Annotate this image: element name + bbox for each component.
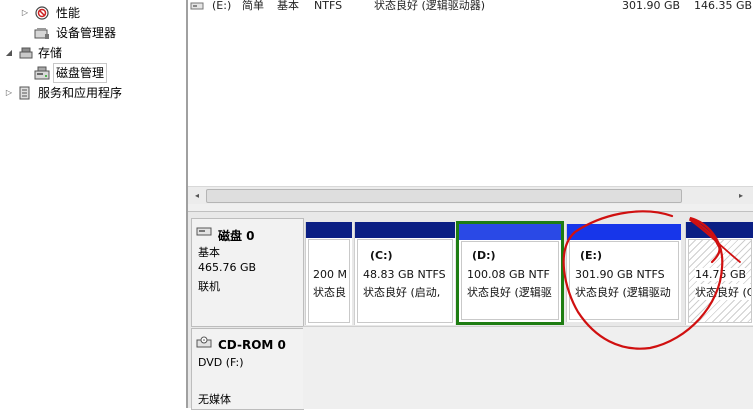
volume-body: (E:) 301.90 GB NTFS 状态良好 (逻辑驱动 (569, 241, 679, 320)
volume-status: 状态良 (313, 286, 346, 299)
tree-item-performance[interactable]: ▷ 性能 (0, 4, 180, 22)
cell-free-space: 146.35 GB (694, 0, 753, 12)
volume-body: (C:) 48.83 GB NTFS 状态良好 (启动, (357, 239, 453, 323)
volume-status: 状态良好 (启动, (363, 286, 441, 299)
performance-icon (34, 6, 50, 20)
pane-separator (188, 204, 753, 212)
tree-item-label: 磁盘管理 (52, 63, 108, 83)
collapse-arrow-icon[interactable]: ◢ (4, 44, 14, 62)
volume-d[interactable]: (D:) 100.08 GB NTF 状态良好 (逻辑驱 (456, 221, 564, 325)
cdrom-0-label[interactable]: CD-ROM 0 DVD (F:) 无媒体 (191, 328, 304, 410)
volume-bar (686, 222, 753, 238)
volume-status: 状态良好 (C (695, 284, 751, 300)
cdrom-icon (196, 335, 212, 352)
cell-filesystem: NTFS (314, 0, 343, 12)
cell-layout: 简单 (242, 0, 264, 12)
cell-status: 状态良好 (逻辑驱动器) (374, 0, 486, 12)
volume-body: 14.75 GB 状态良好 (C (688, 239, 752, 323)
tree-item-label: 服务和应用程序 (38, 86, 123, 100)
disk-type: 基本 (198, 246, 220, 259)
expand-arrow-icon[interactable]: ▷ (20, 4, 30, 22)
cell-capacity: 301.90 GB (622, 0, 681, 12)
volume-system-reserved[interactable]: 200 M 状态良 (305, 222, 352, 325)
cdrom-drive: DVD (F:) (198, 356, 244, 369)
volume-status: 状态良好 (逻辑驱动 (575, 286, 671, 299)
volume-title: (E:) (580, 249, 602, 262)
volume-c[interactable]: (C:) 48.83 GB NTFS 状态良好 (启动, (354, 222, 455, 325)
hard-disk-icon (196, 225, 212, 240)
tree-item-label: 存储 (38, 46, 63, 60)
volume-body: 200 M 状态良 (308, 239, 350, 323)
volume-status: 状态良好 (逻辑驱 (467, 286, 552, 299)
volume-bar (355, 222, 455, 238)
disk-status: 联机 (198, 280, 220, 293)
volume-size: 100.08 GB NTF (467, 268, 550, 281)
cdrom-status: 无媒体 (198, 393, 231, 406)
tree-item-storage[interactable]: ◢ 存储 (0, 44, 180, 62)
navigation-tree: ▷ 性能 设备管理器 ◢ 存储 磁盘管理 ▷ 服务和应用程序 (0, 0, 186, 408)
scrollbar-thumb[interactable] (206, 189, 682, 203)
storage-icon (18, 46, 34, 60)
volume-size: 200 M (313, 268, 347, 281)
scroll-right-icon[interactable]: ▸ (736, 190, 746, 201)
disk-size: 465.76 GB (198, 261, 257, 274)
cell-type: 基本 (277, 0, 299, 12)
tree-item-label: 设备管理器 (56, 26, 117, 40)
volume-body: (D:) 100.08 GB NTF 状态良好 (逻辑驱 (461, 241, 559, 320)
disk-graphical-view: 磁盘 0 基本 465.76 GB 联机 200 M 状态良 (C:) 48.8… (188, 212, 753, 410)
volume-extra[interactable]: 14.75 GB 状态良好 (C (685, 222, 753, 325)
volume-size: 14.75 GB (695, 268, 747, 281)
volume-bar (567, 224, 681, 240)
tree-item-label: 性能 (56, 6, 81, 20)
tree-item-disk-management[interactable]: 磁盘管理 (0, 63, 180, 83)
cdrom-name: CD-ROM 0 (218, 338, 286, 352)
services-apps-icon (18, 86, 34, 100)
device-manager-icon (34, 26, 50, 40)
volume-row-icon (190, 1, 204, 14)
volume-title: (C:) (370, 249, 393, 262)
volume-list-row[interactable]: (E:) 简单 基本 NTFS 状态良好 (逻辑驱动器) 301.90 GB 1… (188, 0, 753, 14)
scroll-left-icon[interactable]: ◂ (192, 190, 202, 201)
volume-size: 301.90 GB NTFS (575, 268, 665, 281)
volume-bar (459, 224, 561, 240)
volume-size: 48.83 GB NTFS (363, 268, 446, 281)
disk-name: 磁盘 0 (218, 229, 255, 243)
volume-list: (E:) 简单 基本 NTFS 状态良好 (逻辑驱动器) 301.90 GB 1… (188, 0, 753, 208)
disk-management-icon (34, 66, 50, 80)
volume-title: (D:) (472, 249, 496, 262)
volume-bar (306, 222, 352, 238)
tree-item-services-apps[interactable]: ▷ 服务和应用程序 (0, 84, 180, 102)
horizontal-scrollbar[interactable]: ◂ ▸ (188, 186, 753, 204)
disk-0-label[interactable]: 磁盘 0 基本 465.76 GB 联机 (191, 218, 304, 327)
cell-volume: (E:) (212, 0, 232, 12)
tree-item-device-manager[interactable]: 设备管理器 (0, 24, 180, 42)
expand-arrow-icon[interactable]: ▷ (4, 84, 14, 102)
volume-e[interactable]: (E:) 301.90 GB NTFS 状态良好 (逻辑驱动 (566, 224, 681, 322)
cdrom-volume-area[interactable] (303, 326, 753, 409)
